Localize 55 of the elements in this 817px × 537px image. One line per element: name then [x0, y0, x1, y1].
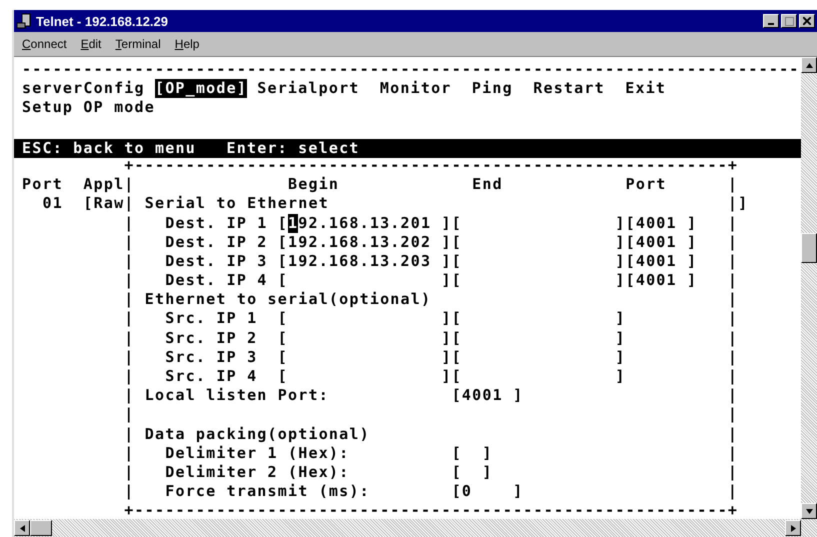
close-button[interactable]	[799, 14, 815, 28]
close-icon	[803, 17, 811, 25]
scroll-left-button[interactable]	[14, 520, 30, 536]
terminal-line: | Dest. IP 2 [192.168.13.202 ][ ][4001 ] |	[123, 232, 738, 252]
terminal-menu-item[interactable]: Ping	[462, 79, 524, 98]
up-triangle-icon	[806, 62, 812, 68]
terminal-menu-item[interactable]: serverConfig	[14, 79, 155, 98]
scroll-thumb[interactable]	[801, 233, 817, 263]
terminal-line: | Ethernet to serial(optional) |	[123, 290, 738, 310]
computer-icon	[16, 13, 32, 29]
terminal-line: | Src. IP 2 [ ][ ] |	[123, 328, 738, 348]
menu-item[interactable]: Edit	[80, 37, 102, 51]
scroll-up-button[interactable]	[801, 57, 817, 73]
terminal-line: | Dest. IP 3 [192.168.13.203 ][ ][4001 ] |	[123, 252, 738, 272]
terminal-line: 92.168.13.201 ][ ][4001 ] |	[298, 214, 738, 233]
menu-item[interactable]: Help	[174, 37, 200, 51]
terminal-line: | Src. IP 4 [ ][ ] |	[123, 367, 738, 386]
terminal-line: Port Appl| Begin End Port |	[22, 175, 738, 194]
down-triangle-icon	[806, 508, 812, 514]
scroll-thumb[interactable]	[30, 520, 52, 536]
window-title: Telnet - 192.168.12.29	[36, 14, 170, 28]
maximize-button[interactable]	[781, 14, 797, 28]
terminal-line: ----------------------------------------------------------------------------	[22, 60, 800, 80]
key-hint: Enter: select	[226, 138, 360, 158]
terminal-menu-item[interactable]: Restart	[523, 79, 616, 98]
terminal-line: Setup OP mode	[22, 98, 155, 118]
terminal-menu-item[interactable]: [OP_mode]	[154, 79, 248, 98]
maximize-icon	[784, 16, 794, 26]
terminal-line: | Delimiter 1 (Hex): [ ] |	[123, 444, 738, 463]
vertical-scrollbar[interactable]	[801, 57, 817, 519]
terminal-menu-item[interactable]: Monitor	[370, 79, 462, 98]
terminal-line: | Data packing(optional) |	[123, 424, 738, 444]
terminal-line: | Dest. IP 1 [	[123, 214, 288, 233]
terminal-line: | Force transmit (ms): [0 ] |	[123, 482, 738, 502]
scroll-down-button[interactable]	[801, 503, 817, 519]
terminal-line: | Src. IP 3 [ ][ ] |	[123, 348, 738, 367]
minimize-button[interactable]	[763, 14, 779, 28]
terminal-line: | Dest. IP 4 [ ][ ][4001 ] |	[123, 271, 738, 290]
terminal-line: 01 [Raw| Serial to Ethernet |]	[41, 194, 748, 214]
horizontal-scrollbar[interactable]	[14, 519, 817, 537]
terminal-line: +----------------------------------------------------------+	[123, 156, 738, 176]
key-hint: ESC: back to menu	[22, 138, 196, 158]
left-triangle-icon	[20, 524, 24, 532]
terminal-line: | Src. IP 1 [ ][ ] |	[123, 309, 738, 329]
terminal-menu-item[interactable]: Serialport	[247, 79, 370, 98]
terminal-line: +----------------------------------------------------------+	[123, 501, 738, 519]
terminal-line: | Delimiter 2 (Hex): [ ] |	[123, 462, 738, 482]
terminal-line: | Local listen Port: [4001 ] |	[123, 386, 738, 406]
text-cursor: 1	[288, 214, 298, 233]
menu-item[interactable]: Connect	[22, 37, 67, 51]
terminal-menu-item[interactable]: Exit	[615, 79, 676, 98]
scroll-right-button[interactable]	[785, 520, 801, 536]
terminal-line: | |	[123, 405, 738, 425]
right-triangle-icon	[790, 524, 796, 532]
menu-item[interactable]: Terminal	[115, 37, 161, 51]
